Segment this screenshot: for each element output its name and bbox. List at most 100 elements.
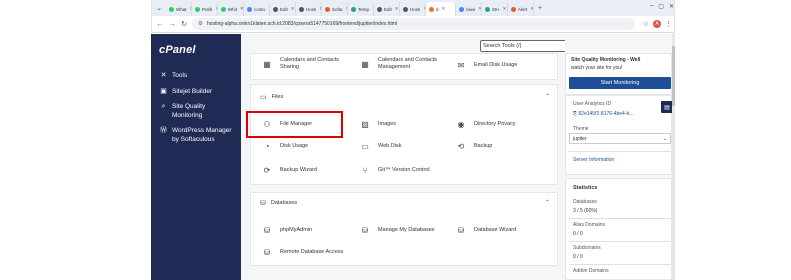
address-bar-row: ← → ↻ ⚙ hosting-alpha.smkn1klaten.sch.id… xyxy=(152,16,674,33)
tab-favicon-icon xyxy=(459,6,464,12)
tab-favicon-icon xyxy=(403,6,408,12)
browser-tab[interactable]: lowo ✕ xyxy=(456,2,482,16)
url-text: hosting-alpha.smkn1klaten.sch.id:2083/cp… xyxy=(206,21,398,27)
sidebar-item-sitejet[interactable]: ▣ Sitejet Builder xyxy=(159,87,212,96)
browser-tab[interactable]: Alert ✕ xyxy=(508,2,534,16)
folder-icon: ▭ xyxy=(260,94,267,101)
tool-calendars-sharing[interactable]: ▦ Calendars and Contacts Sharing xyxy=(260,57,350,71)
divider xyxy=(569,151,671,152)
tab-close-icon[interactable]: ✕ xyxy=(395,6,399,12)
tab-favicon-icon xyxy=(299,6,304,12)
browser-tab[interactable]: Softa✕ xyxy=(322,2,348,16)
browser-tab[interactable]: Putih✕ xyxy=(192,2,218,16)
tool-calendars-management[interactable]: ▦ Calendars and Contacts Management xyxy=(358,57,450,71)
reload-icon[interactable]: ↻ xyxy=(180,20,188,28)
tab-close-icon[interactable]: ✕ xyxy=(291,6,295,12)
backup-wizard-icon: ⟳ xyxy=(263,165,271,175)
browser-tab[interactable]: Edit ✕ xyxy=(374,2,400,16)
start-monitoring-button[interactable]: Start Monitoring xyxy=(569,77,671,89)
tool-database-wizard[interactable]: ⛁ Database Wizard xyxy=(454,225,517,235)
user-analytics-value[interactable]: ⎘ 82e145f2-8176-4be4-b... xyxy=(573,111,658,117)
divider xyxy=(569,264,671,265)
new-tab-button[interactable]: + xyxy=(538,5,542,12)
scrollbar[interactable] xyxy=(672,34,675,280)
git-icon: ⑂ xyxy=(362,165,368,175)
wordpress-icon: Ⓦ xyxy=(160,127,167,134)
tool-directory-privacy[interactable]: ◉ Directory Privacy xyxy=(454,119,516,129)
tool-backup[interactable]: ⟲ Backup xyxy=(454,141,493,151)
remote-database-icon: ⛁ xyxy=(263,247,271,257)
calendar-icon: ▦ xyxy=(361,59,369,69)
browser-tab[interactable]: Hosti✕ xyxy=(400,2,426,16)
sidebar: cPanel ✕ Tools ▣ Sitejet Builder ⌕ Site … xyxy=(151,34,241,280)
close-window-icon[interactable]: ✕ xyxy=(669,3,674,10)
disk-usage-icon: ◔ xyxy=(264,141,270,151)
tab-close-icon[interactable]: ✕ xyxy=(530,6,533,12)
tab-label: d xyxy=(436,6,439,12)
tool-remote-database-access[interactable]: ⛁ Remote Database Access xyxy=(260,247,344,257)
theme-select[interactable]: jupiter ⌄ xyxy=(569,133,671,144)
tool-disk-usage[interactable]: ◔ Disk Usage xyxy=(260,141,309,151)
tool-images[interactable]: ▨ Images xyxy=(358,119,396,129)
tool-manage-my-databases[interactable]: ⛁ Manage My Databases xyxy=(358,225,435,235)
browser-tab[interactable]: conto✕ xyxy=(244,2,270,16)
tool-email-disk-usage[interactable]: ✉ Email Disk Usage xyxy=(454,60,518,70)
browser-tab[interactable]: Temp✕ xyxy=(348,2,374,16)
sidebar-item-label: Tools xyxy=(172,72,188,79)
chevron-down-icon: ⌄ xyxy=(662,135,667,142)
tab-favicon-icon xyxy=(429,6,434,12)
statistics-title: Statistics xyxy=(573,185,598,191)
browser-tab[interactable]: 29+ ✕ xyxy=(482,2,508,16)
sidebar-item-tools[interactable]: ✕ Tools xyxy=(159,71,188,80)
browser-tab[interactable]: What✕ xyxy=(166,2,192,16)
browser-tab[interactable]: Whit ✕ xyxy=(218,2,244,16)
sidebar-item-site-quality[interactable]: ⌕ Site Quality Monitoring xyxy=(159,102,221,120)
back-icon[interactable]: ← xyxy=(156,21,164,28)
scrollbar-thumb[interactable] xyxy=(672,46,675,106)
tab-label: Whit xyxy=(228,6,237,12)
tool-git-version-control[interactable]: ⑂ Git™ Version Control xyxy=(358,165,430,175)
tool-backup-wizard[interactable]: ⟳ Backup Wizard xyxy=(260,165,317,175)
tab-label: Softa xyxy=(332,6,343,12)
web-disk-icon: ▭ xyxy=(361,141,369,151)
divider xyxy=(569,241,671,242)
profile-avatar[interactable]: A xyxy=(653,20,661,28)
tab-label: Hosti xyxy=(306,6,317,12)
files-section-header[interactable]: ▭ Files xyxy=(260,93,283,101)
browser-tab[interactable]: d ✕ xyxy=(426,2,456,16)
cpanel-logo[interactable]: cPanel xyxy=(159,44,196,56)
tab-close-icon[interactable]: ✕ xyxy=(442,6,446,12)
user-analytics-label: User Analytics ID xyxy=(573,101,612,107)
server-information-link[interactable]: Server Information xyxy=(573,157,614,163)
minimize-icon[interactable]: – xyxy=(650,3,653,10)
tab-close-icon[interactable]: ✕ xyxy=(503,6,507,12)
user-analytics-id: 82e145f2-8176-4be4-b... xyxy=(578,111,634,117)
sidebar-item-label: Site Quality Monitoring xyxy=(172,103,206,119)
url-field[interactable]: ⚙ hosting-alpha.smkn1klaten.sch.id:2083/… xyxy=(192,18,635,30)
tab-label: conto xyxy=(254,6,266,12)
site-info-icon[interactable]: ⚙ xyxy=(198,21,203,27)
tab-favicon-icon xyxy=(325,6,330,12)
tool-label: Web Disk xyxy=(378,143,402,149)
tool-web-disk[interactable]: ▭ Web Disk xyxy=(358,141,401,151)
tab-favicon-icon xyxy=(195,6,200,12)
browser-tab[interactable]: Hosti✕ xyxy=(296,2,322,16)
tab-search-icon[interactable]: ⌄ xyxy=(152,0,166,16)
collapse-databases-icon[interactable]: ⌃ xyxy=(545,199,550,206)
sidebar-item-wordpress[interactable]: Ⓦ WordPress Manager by Softaculous xyxy=(159,126,239,144)
maximize-icon[interactable]: ▢ xyxy=(658,3,664,10)
stat-label: Subdomains xyxy=(573,245,601,251)
sqm-title: Site Quality Monitoring - Well xyxy=(571,57,641,63)
bookmark-star-icon[interactable]: ☆ xyxy=(643,20,649,28)
stat-value: 3 / 5 (60%) xyxy=(573,208,598,214)
window-controls: – ▢ ✕ xyxy=(650,3,674,10)
email-disk-icon: ✉ xyxy=(457,60,465,70)
tool-phpmyadmin[interactable]: ⛁ phpMyAdmin xyxy=(260,225,312,235)
browser-tab[interactable]: Edit ✕ xyxy=(270,2,296,16)
databases-section-header[interactable]: ⛁ Databases xyxy=(260,199,297,207)
browser-menu-icon[interactable]: ⋮ xyxy=(665,20,672,28)
tab-label: Edit xyxy=(384,6,392,12)
stat-label: Databases xyxy=(573,199,597,205)
collapse-files-icon[interactable]: ⌃ xyxy=(545,93,550,100)
forward-icon[interactable]: → xyxy=(168,21,176,28)
